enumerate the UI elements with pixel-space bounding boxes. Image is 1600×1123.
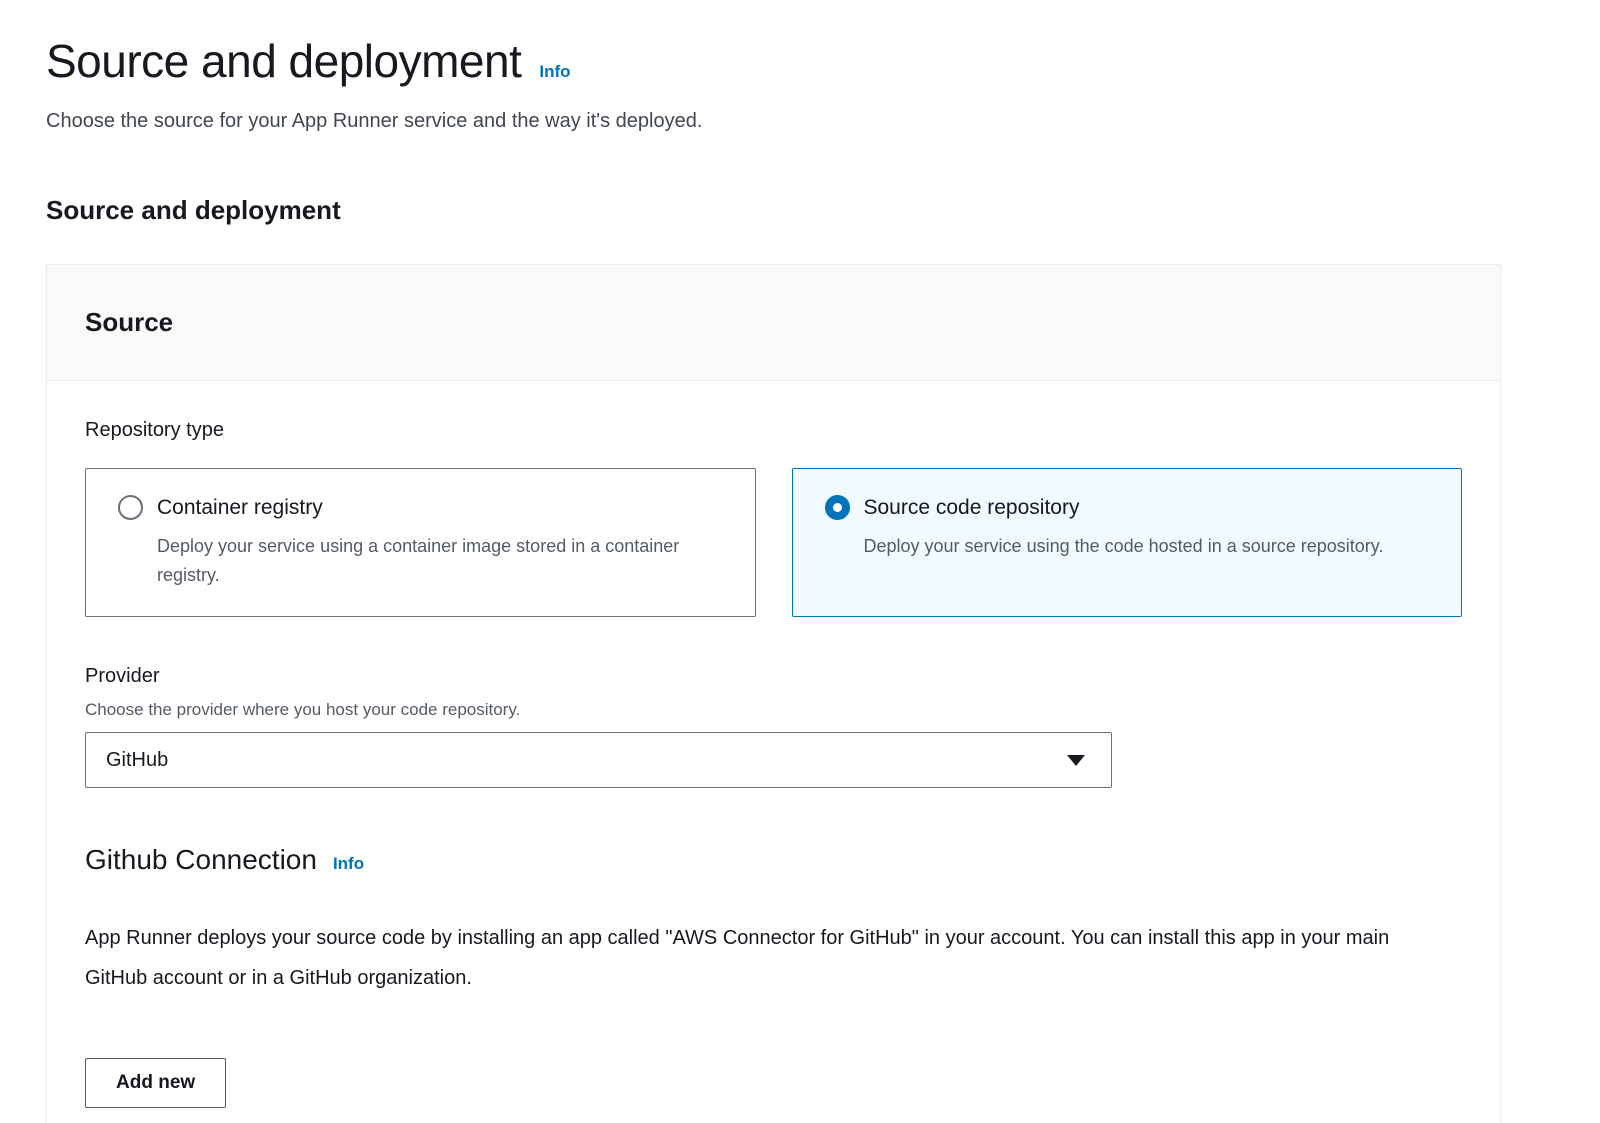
provider-select-value: GitHub — [106, 749, 168, 772]
tile-container-registry-description: Deploy your service using a container im… — [157, 532, 717, 590]
provider-select[interactable]: GitHub — [85, 732, 1112, 788]
github-connection-info-link[interactable]: Info — [333, 854, 364, 874]
page-header: Source and deployment Info — [46, 34, 1552, 88]
source-and-deployment-page: Source and deployment Info Choose the so… — [0, 0, 1600, 1123]
chevron-down-icon — [1067, 755, 1085, 766]
source-panel-title: Source — [85, 307, 173, 337]
source-panel: Source Repository type Container registr… — [46, 264, 1501, 1123]
radio-unselected-icon[interactable] — [118, 495, 143, 520]
github-connection-body: App Runner deploys your source code by i… — [85, 918, 1455, 998]
github-connection-header: Github Connection Info — [85, 844, 1462, 876]
section-heading: Source and deployment — [46, 195, 1552, 226]
tile-source-code-repository-description: Deploy your service using the code hoste… — [864, 532, 1424, 561]
page-subtitle: Choose the source for your App Runner se… — [46, 110, 1552, 133]
page-title-info-link[interactable]: Info — [539, 62, 570, 82]
provider-label: Provider — [85, 665, 1462, 688]
tile-source-code-repository[interactable]: Source code repository Deploy your servi… — [792, 468, 1463, 617]
tile-source-code-repository-title: Source code repository — [864, 496, 1080, 520]
github-connection-heading: Github Connection — [85, 844, 317, 876]
provider-block: Provider Choose the provider where you h… — [85, 665, 1462, 788]
page-title: Source and deployment — [46, 34, 521, 88]
radio-selected-icon[interactable] — [825, 495, 850, 520]
provider-description: Choose the provider where you host your … — [85, 700, 1462, 720]
add-new-button[interactable]: Add new — [85, 1058, 226, 1108]
repository-type-tiles: Container registry Deploy your service u… — [85, 468, 1462, 617]
tile-container-registry-title: Container registry — [157, 496, 323, 520]
repository-type-label: Repository type — [85, 419, 1462, 442]
tile-container-registry-top: Container registry — [118, 495, 731, 520]
tile-source-code-repository-top: Source code repository — [825, 495, 1438, 520]
source-panel-header: Source — [47, 265, 1500, 381]
tile-container-registry[interactable]: Container registry Deploy your service u… — [85, 468, 756, 617]
source-panel-body: Repository type Container registry Deplo… — [47, 381, 1500, 1123]
